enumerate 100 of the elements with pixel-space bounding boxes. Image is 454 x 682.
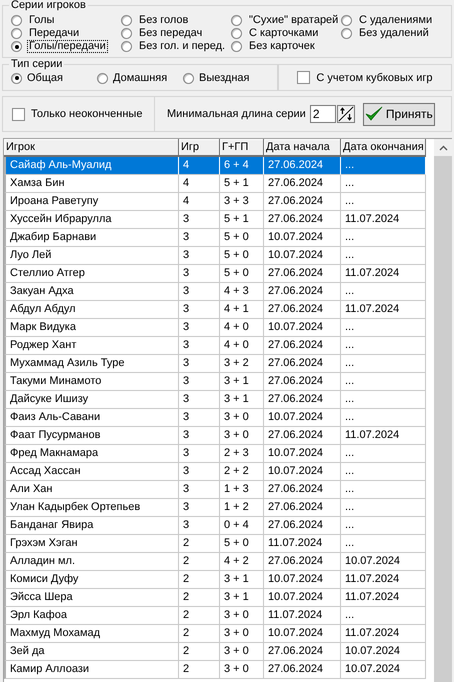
table-cell: 3 [179, 319, 220, 337]
apply-button[interactable]: Принять [362, 102, 435, 126]
table-cell: 3 + 0 [220, 409, 264, 427]
radio-button[interactable] [121, 28, 132, 39]
table-cell: 3 + 0 [220, 427, 264, 445]
table-cell: 3 + 0 [220, 607, 264, 625]
column-header[interactable]: Игр [179, 139, 220, 157]
table-cell: 3 [179, 373, 220, 391]
number-field[interactable]: 2 [310, 105, 336, 123]
radio-label[interactable]: Без карточек [247, 40, 317, 53]
radio-label[interactable]: Домашняя [113, 72, 168, 84]
radio-label[interactable]: Голы [27, 14, 56, 27]
table-cell: 3 + 3 [220, 193, 264, 211]
column-header[interactable]: Дата окончания [341, 139, 426, 157]
table-cell: 27.06.2024 [264, 643, 341, 661]
radio-button[interactable] [183, 72, 194, 84]
table-cell: 10.07.2024 [264, 625, 341, 643]
radio-label[interactable]: С карточками [247, 27, 320, 40]
table-cell: Эйсса Шера [4, 589, 179, 607]
table-cell: Ироана Раветупу [4, 193, 179, 211]
table-cell: 10.07.2024 [264, 229, 341, 247]
radio-button[interactable] [341, 28, 352, 39]
table-cell: Хуссейн Ибрарулла [4, 211, 179, 229]
table-cell: Луо Лей [4, 247, 179, 265]
radio-button[interactable] [11, 72, 22, 84]
radio-button[interactable] [11, 15, 22, 26]
radio-button[interactable] [121, 15, 132, 26]
radio-button[interactable] [121, 41, 132, 52]
table-cell: 10.07.2024 [264, 319, 341, 337]
table-cell: 1 + 2 [220, 499, 264, 517]
radio-button[interactable] [11, 28, 22, 39]
table-cell: Такуми Минамото [4, 373, 179, 391]
table-cell: 27.06.2024 [264, 301, 341, 319]
table-cell: Али Хан [4, 481, 179, 499]
table-cell: 27.06.2024 [264, 337, 341, 355]
column-header[interactable]: Игрок [4, 139, 179, 157]
table-cell: ... [341, 157, 426, 175]
column-header[interactable]: Г+ГП [220, 139, 264, 157]
radio-button[interactable] [11, 41, 22, 52]
table-cell: Махмуд Мохамад [4, 625, 179, 643]
table-cell: 27.06.2024 [264, 175, 341, 193]
checkbox[interactable] [297, 71, 310, 84]
table-cell: 3 + 1 [220, 391, 264, 409]
table-cell: 6 + 4 [220, 157, 264, 175]
radio-label[interactable]: Голы/передачи [27, 40, 108, 53]
radio-label[interactable]: Передачи [27, 27, 82, 40]
table-cell: 5 + 0 [220, 247, 264, 265]
table-cell: 10.07.2024 [264, 409, 341, 427]
scroll-up-icon[interactable] [438, 144, 448, 150]
table-cell: ... [341, 445, 426, 463]
table-cell: Роджер Хант [4, 337, 179, 355]
table-cell: 10.07.2024 [341, 643, 426, 661]
table-cell: Дайсуке Ишизу [4, 391, 179, 409]
table-cell: ... [341, 391, 426, 409]
table-cell: ... [341, 481, 426, 499]
radio-label[interactable]: С удалениями [357, 14, 434, 27]
radio-button[interactable] [231, 41, 242, 52]
table-cell: 5 + 0 [220, 535, 264, 553]
column-header[interactable]: Дата начала [264, 139, 341, 157]
table-cell: 3 + 0 [220, 625, 264, 643]
table-cell: Комиси Дуфу [4, 571, 179, 589]
checkbox[interactable] [12, 108, 25, 120]
table-cell: 10.07.2024 [341, 553, 426, 571]
table-cell: 3 [179, 229, 220, 247]
table-cell: ... [341, 373, 426, 391]
table-cell: 11.07.2024 [264, 535, 341, 553]
table-cell: ... [341, 247, 426, 265]
table-cell: 3 + 0 [220, 661, 264, 679]
checkbox-label[interactable]: Только неоконченные [31, 108, 142, 120]
table-cell: ... [341, 517, 426, 535]
table-cell: ... [341, 409, 426, 427]
radio-label[interactable]: Без гол. и перед. [137, 40, 228, 53]
radio-label[interactable]: "Сухие" вратарей [247, 14, 340, 27]
table-cell: Фаиз Аль-Савани [4, 409, 179, 427]
table-cell: ... [341, 229, 426, 247]
radio-label[interactable]: Выездная [199, 72, 250, 84]
table-cell: 2 [179, 607, 220, 625]
radio-button[interactable] [97, 72, 108, 84]
radio-button[interactable] [341, 15, 352, 26]
table-cell: 4 + 0 [220, 319, 264, 337]
table-cell: 2 [179, 625, 220, 643]
group-title: Серии игроков [9, 0, 88, 12]
radio-label[interactable]: Без удалений [357, 27, 431, 40]
table-cell: 5 + 1 [220, 175, 264, 193]
table-cell: 11.07.2024 [341, 265, 426, 283]
radio-label[interactable]: Без передач [137, 27, 204, 40]
table-cell: ... [341, 499, 426, 517]
table-cell: Улан Кадырбек Ортепьев [4, 499, 179, 517]
table-cell: 11.07.2024 [341, 301, 426, 319]
spinner-icon[interactable] [336, 105, 355, 123]
table-cell: 27.06.2024 [264, 373, 341, 391]
scrollbar[interactable] [434, 139, 452, 682]
table-cell: ... [341, 337, 426, 355]
table-cell: 4 + 3 [220, 283, 264, 301]
table-cell: 10.07.2024 [264, 463, 341, 481]
table-cell: 3 + 1 [220, 589, 264, 607]
radio-label[interactable]: Без голов [137, 14, 190, 27]
radio-button[interactable] [231, 28, 242, 39]
radio-label[interactable]: Общая [27, 72, 63, 84]
radio-button[interactable] [231, 15, 242, 26]
